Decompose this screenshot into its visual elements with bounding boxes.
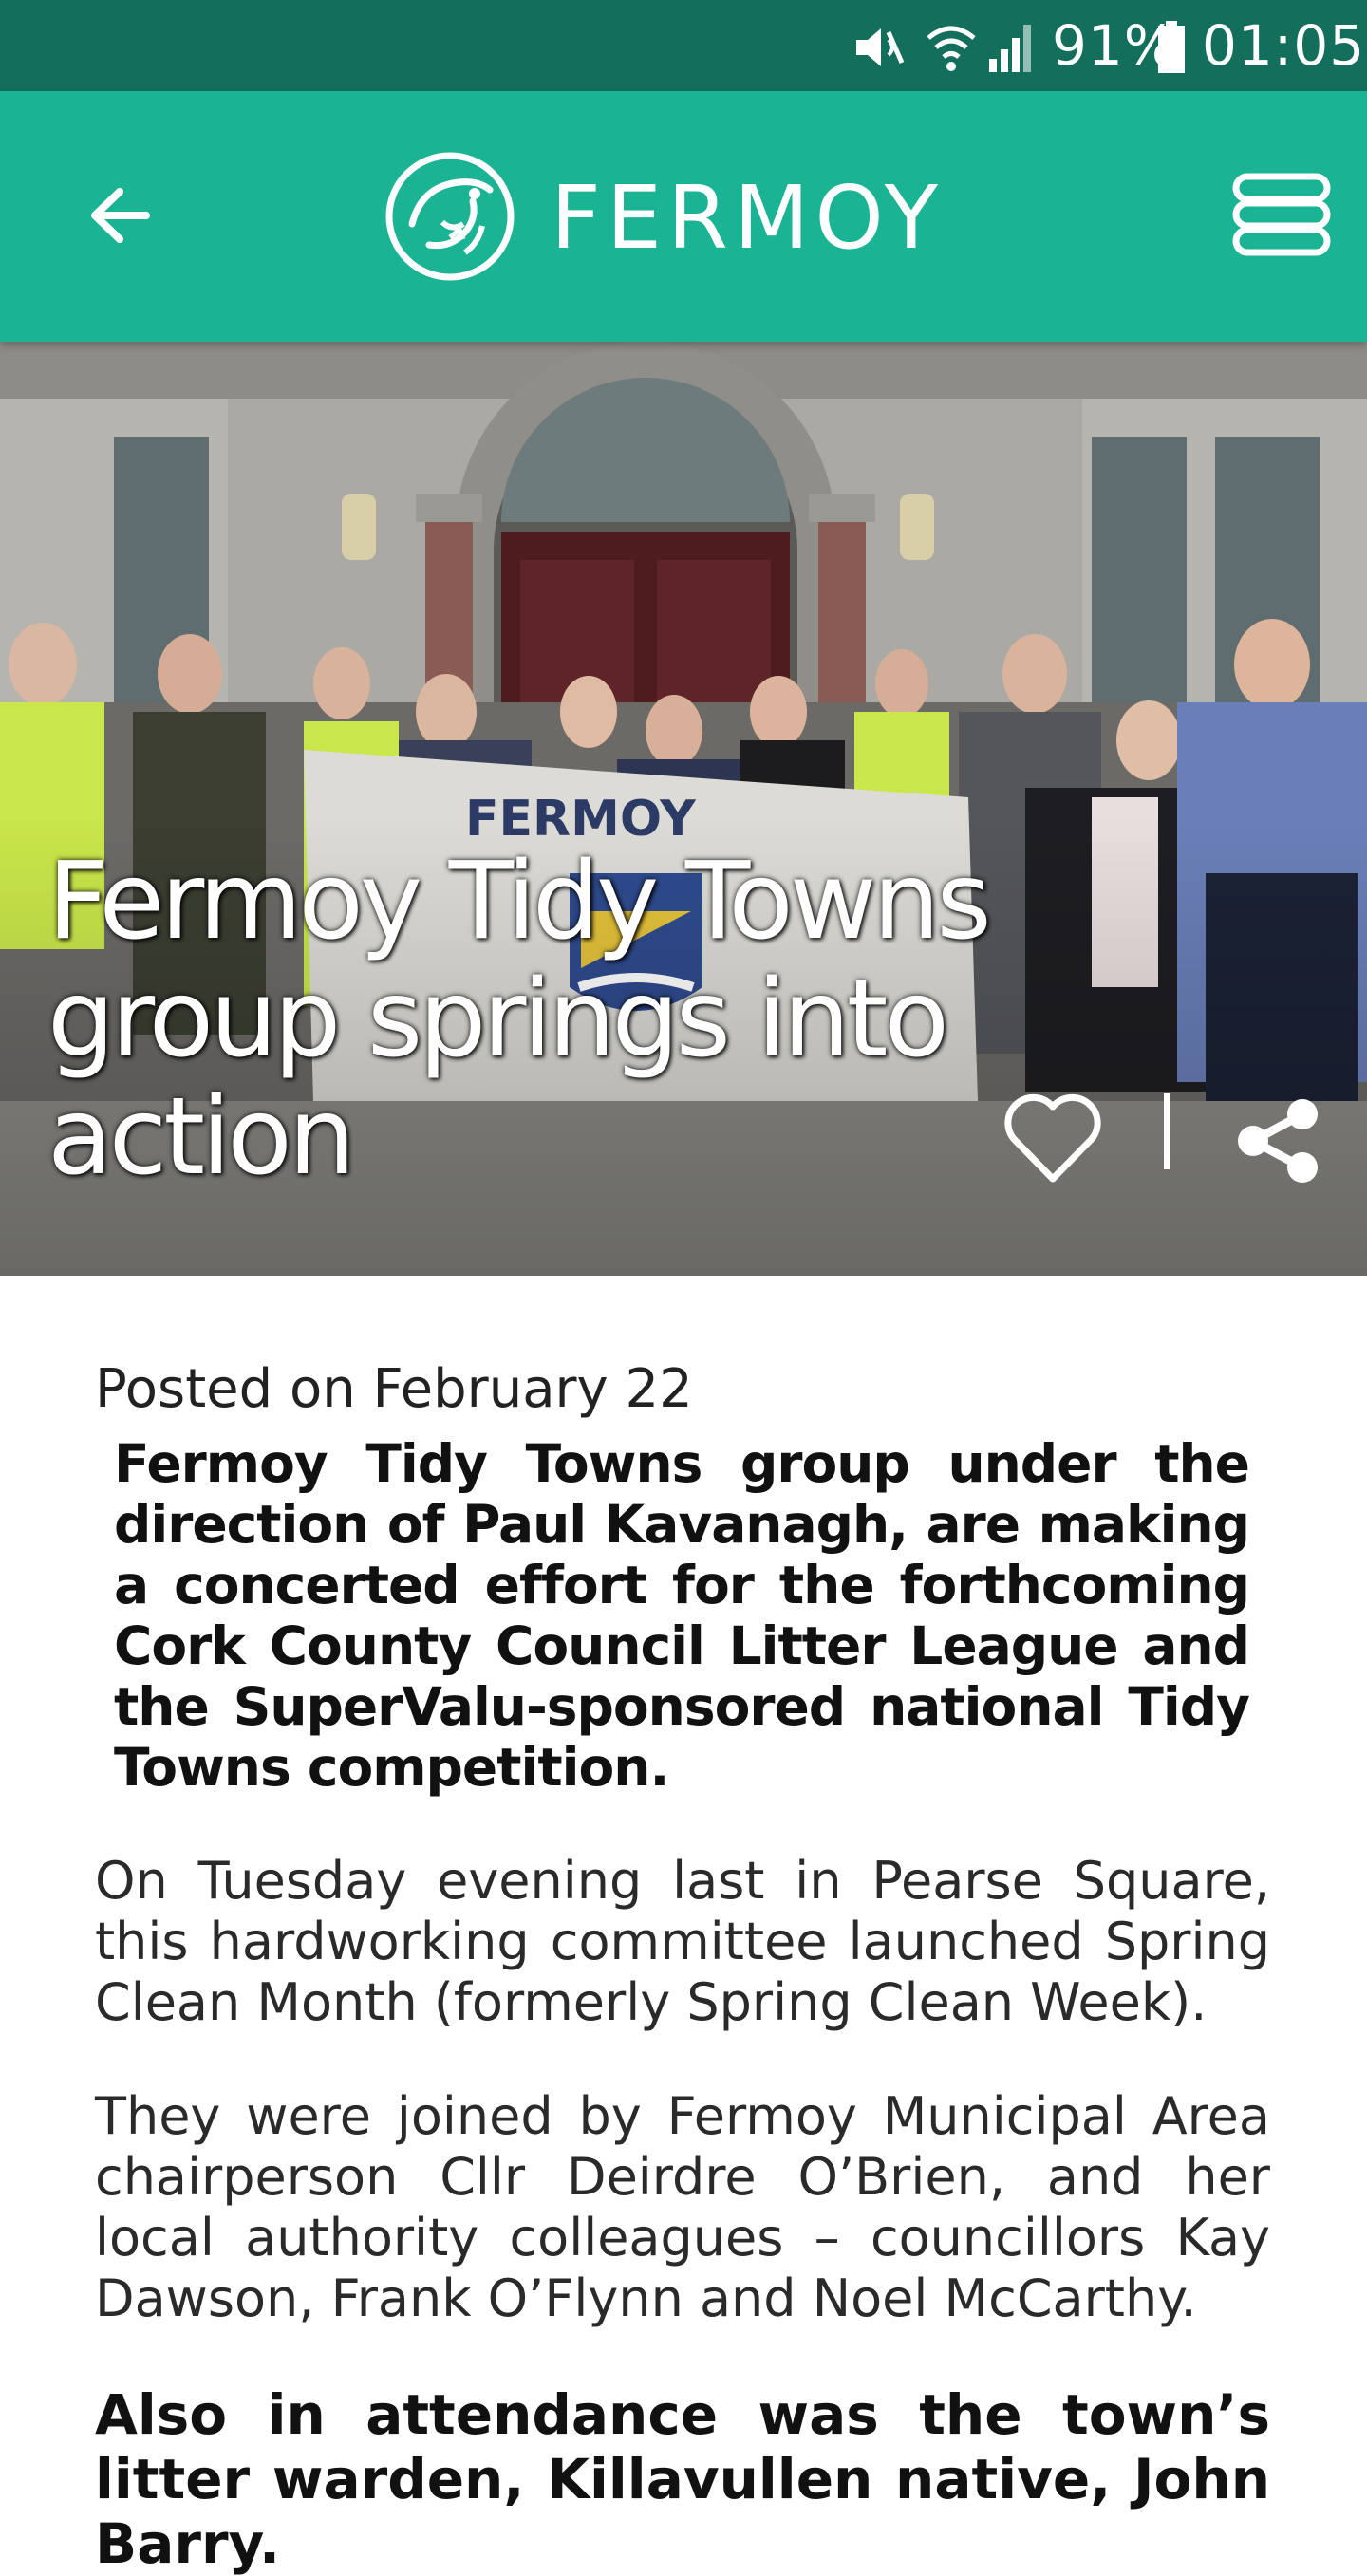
article-bold-paragraph: Also in attendance was the town’s litter… [95, 2382, 1270, 2576]
arrow-left-icon[interactable] [80, 173, 165, 258]
status-bar: 91% 01:05 [0, 0, 1367, 91]
mute-icon [856, 28, 905, 66]
share-icon[interactable] [1234, 1097, 1321, 1185]
posted-date: Posted on February 22 [95, 1358, 693, 1420]
brand-logo[interactable]: FERMOY [384, 150, 972, 283]
article-body: Posted on February 22 Fermoy Tidy Towns … [95, 1357, 1270, 2576]
article-lead: Fermoy Tidy Towns group under the direct… [114, 1433, 1250, 1798]
clock: 01:05 [1202, 13, 1366, 78]
wifi-icon [927, 26, 976, 71]
action-divider [1164, 1093, 1170, 1169]
article-paragraph: On Tuesday evening last in Pearse Square… [95, 1851, 1270, 2032]
signal-icon [989, 25, 1031, 72]
menu-icon[interactable] [1230, 163, 1333, 266]
heart-icon[interactable] [1002, 1092, 1103, 1186]
article-paragraph: They were joined by Fermoy Municipal Are… [95, 2086, 1270, 2328]
battery-icon [1158, 21, 1185, 73]
article-title: Fermoy Tidy Towns group springs into act… [47, 840, 992, 1199]
app-bar: FERMOY [0, 91, 1367, 342]
fish-logo-icon [385, 152, 515, 281]
brand-name: FERMOY [551, 167, 944, 269]
